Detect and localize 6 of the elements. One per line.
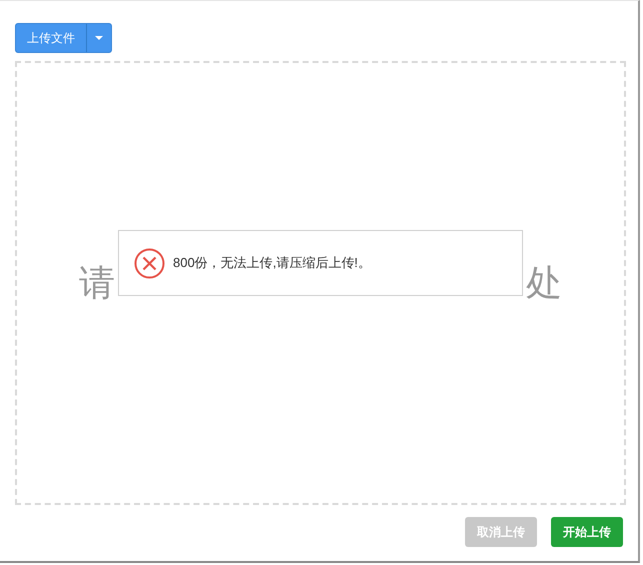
start-upload-button[interactable]: 开始上传: [551, 517, 623, 547]
error-icon: [134, 248, 165, 278]
caret-icon: [95, 36, 103, 40]
toast-message: 800份，无法上传,请压缩后上传!。: [173, 254, 371, 272]
drop-hint-text: 请: [79, 261, 115, 305]
drop-hint-text: 处: [526, 261, 562, 305]
